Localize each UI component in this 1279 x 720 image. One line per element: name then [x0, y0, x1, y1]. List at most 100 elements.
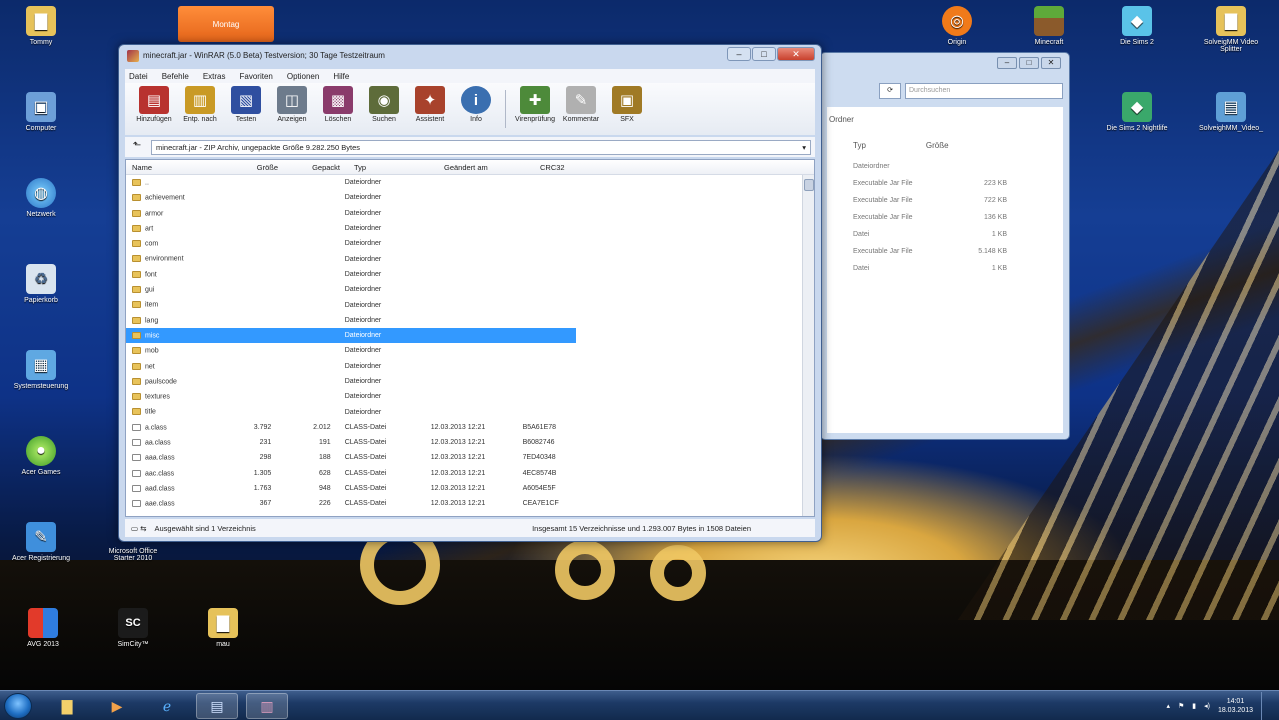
explorer-col-type[interactable]: Typ: [853, 141, 866, 150]
file-list[interactable]: Name Größe Gepackt Typ Geändert am CRC32…: [125, 159, 815, 517]
table-row[interactable]: font Dateiordner: [126, 267, 576, 282]
desktop-icon-computer[interactable]: ▣ Computer: [6, 92, 76, 132]
taskbar-winrar-button[interactable]: ▥: [246, 693, 288, 719]
up-folder-icon[interactable]: ⬑: [129, 140, 145, 154]
delete-button[interactable]: ▩ Löschen: [315, 86, 361, 132]
find-button[interactable]: ◉ Suchen: [361, 86, 407, 132]
desktop-icon-sims-2[interactable]: ◆ Die Sims 2: [1102, 6, 1172, 46]
list-item[interactable]: Datei 1 KB: [853, 265, 1007, 272]
winrar-window[interactable]: minecraft.jar - WinRAR (5.0 Beta) Testve…: [118, 44, 822, 542]
drive-icon[interactable]: ▭ ⇆: [131, 524, 146, 533]
list-item[interactable]: Dateiordner: [853, 163, 1007, 170]
table-row[interactable]: paulscode Dateiordner: [126, 374, 576, 389]
close-button[interactable]: ✕: [777, 47, 815, 61]
taskbar-explorer-window-button[interactable]: ▤: [196, 693, 238, 719]
col-crc[interactable]: CRC32: [536, 163, 596, 172]
desktop-icon-tommy[interactable]: ▇ Tommy: [6, 6, 76, 46]
tray-expand-icon[interactable]: ▴: [1166, 702, 1170, 710]
table-row[interactable]: armor Dateiordner: [126, 206, 576, 221]
list-item[interactable]: Executable Jar File 136 KB: [853, 214, 1007, 221]
minimize-button[interactable]: –: [997, 57, 1017, 69]
maximize-button[interactable]: □: [1019, 57, 1039, 69]
table-row[interactable]: aad.class 1.763 948 CLASS-Datei 12.03.2013 1…: [126, 481, 576, 496]
desktop-icon-mau[interactable]: ▇ mau: [188, 608, 258, 648]
chevron-down-icon[interactable]: ▾: [802, 143, 806, 152]
info-button[interactable]: i Info: [453, 86, 499, 132]
col-name[interactable]: Name: [126, 163, 224, 172]
col-packed[interactable]: Gepackt: [282, 163, 344, 172]
desktop-icon-simcity[interactable]: SC SimCity™: [98, 608, 168, 648]
desktop-icon-video-splitter-2[interactable]: ▤ SolveighMM_Video_: [1196, 92, 1266, 132]
taskbar-explorer-button[interactable]: ▇: [46, 693, 88, 719]
winrar-title-bar[interactable]: minecraft.jar - WinRAR (5.0 Beta) Testve…: [127, 49, 731, 63]
list-item[interactable]: Executable Jar File 5.148 KB: [853, 248, 1007, 255]
table-row[interactable]: com Dateiordner: [126, 236, 576, 251]
close-button[interactable]: ✕: [1041, 57, 1061, 69]
desktop-icon-acer-games[interactable]: ● Acer Games: [6, 436, 76, 476]
desktop-icon-acer-registration[interactable]: ✎ Acer Registrierung: [6, 522, 76, 562]
table-row[interactable]: item Dateiordner: [126, 297, 576, 312]
start-button[interactable]: [4, 693, 32, 719]
menu-hilfe[interactable]: Hilfe: [333, 72, 349, 81]
volume-icon[interactable]: ◂): [1204, 702, 1210, 710]
desktop-icon-minecraft[interactable]: Minecraft: [1014, 6, 1084, 46]
table-row[interactable]: aac.class 1.305 628 CLASS-Datei 12.03.2013 1…: [126, 466, 576, 481]
path-field[interactable]: minecraft.jar - ZIP Archiv, ungepackte G…: [151, 139, 811, 155]
desktop-icon-origin[interactable]: ◎ Origin: [922, 6, 992, 46]
wizard-button[interactable]: ✦ Assistent: [407, 86, 453, 132]
table-row[interactable]: title Dateiordner: [126, 404, 576, 419]
clock[interactable]: 14:01 18.03.2013: [1218, 697, 1253, 715]
col-size[interactable]: Größe: [224, 163, 282, 172]
menu-favoriten[interactable]: Favoriten: [240, 72, 273, 81]
desktop-icon-network[interactable]: ◍ Netzwerk: [6, 178, 76, 218]
menu-befehle[interactable]: Befehle: [162, 72, 189, 81]
maximize-button[interactable]: □: [752, 47, 776, 61]
desktop-icon-office-starter[interactable]: Microsoft Office Starter 2010: [98, 548, 168, 562]
table-row[interactable]: aaa.class 298 188 CLASS-Datei 12.03.2013 12:…: [126, 450, 576, 465]
extract-to-button[interactable]: ▥ Entp. nach: [177, 86, 223, 132]
desktop-icon-video-splitter[interactable]: ▇ SolveigMM Video Splitter: [1196, 6, 1266, 53]
desktop-icon-avg[interactable]: AVG 2013: [8, 608, 78, 648]
table-row[interactable]: lang Dateiordner: [126, 313, 576, 328]
table-row[interactable]: misc Dateiordner: [126, 327, 576, 344]
table-row[interactable]: net Dateiordner: [126, 359, 576, 374]
vertical-scrollbar[interactable]: [802, 175, 814, 516]
show-desktop-button[interactable]: [1261, 692, 1271, 720]
taskbar-ie-button[interactable]: ℯ: [146, 693, 188, 719]
comment-button[interactable]: ✎ Kommentar: [558, 86, 604, 132]
desktop-icon-recycle-bin[interactable]: ♻ Papierkorb: [6, 264, 76, 304]
action-center-icon[interactable]: ⚑: [1178, 702, 1184, 710]
list-item[interactable]: Executable Jar File 223 KB: [853, 180, 1007, 187]
table-row[interactable]: aae.class 367 226 CLASS-Datei 12.03.2013 12:…: [126, 496, 576, 511]
table-row[interactable]: gui Dateiordner: [126, 282, 576, 297]
table-row[interactable]: a.class 3.792 2.012 CLASS-Datei 12.03.2013 1…: [126, 420, 576, 435]
menu-datei[interactable]: Datei: [129, 72, 148, 81]
add-button[interactable]: ▤ Hinzufügen: [131, 86, 177, 132]
taskbar-media-player-button[interactable]: ▶: [96, 693, 138, 719]
desktop-icon-sims-2-nightlife[interactable]: ◆ Die Sims 2 Nightlife: [1102, 92, 1172, 132]
table-row[interactable]: art Dateiordner: [126, 221, 576, 236]
scrollbar-thumb[interactable]: [804, 179, 814, 191]
sfx-button[interactable]: ▣ SFX: [604, 86, 650, 132]
virus-scan-button[interactable]: ✚ Virenprüfung: [512, 86, 558, 132]
table-row[interactable]: aa.class 231 191 CLASS-Datei 12.03.2013 12:2…: [126, 435, 576, 450]
test-button[interactable]: ▧ Testen: [223, 86, 269, 132]
network-tray-icon[interactable]: ▮: [1192, 702, 1196, 710]
refresh-button[interactable]: ⟳: [879, 83, 901, 99]
minimize-button[interactable]: –: [727, 47, 751, 61]
table-row[interactable]: achievement Dateiordner: [126, 190, 576, 205]
table-row[interactable]: .. Dateiordner: [126, 175, 576, 190]
menu-optionen[interactable]: Optionen: [287, 72, 319, 81]
calendar-widget[interactable]: Montag: [178, 6, 274, 42]
explorer-col-size[interactable]: Größe: [926, 141, 949, 150]
table-row[interactable]: environment Dateiordner: [126, 251, 576, 266]
table-row[interactable]: mob Dateiordner: [126, 343, 576, 358]
desktop-icon-control-panel[interactable]: ▦ Systemsteuerung: [6, 350, 76, 390]
menu-extras[interactable]: Extras: [203, 72, 226, 81]
col-modified[interactable]: Geändert am: [440, 163, 536, 172]
explorer-window[interactable]: – □ ✕ ⟳ Durchsuchen Ordner Typ Größe Dat…: [820, 52, 1070, 440]
list-item[interactable]: Executable Jar File 722 KB: [853, 197, 1007, 204]
list-item[interactable]: Datei 1 KB: [853, 231, 1007, 238]
col-type[interactable]: Typ: [344, 163, 440, 172]
search-input[interactable]: Durchsuchen: [905, 83, 1063, 99]
